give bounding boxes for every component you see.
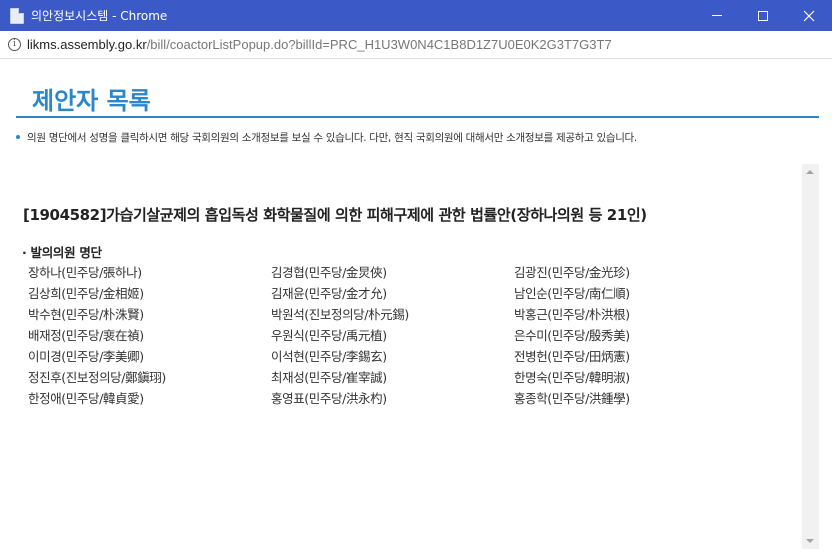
proposer-panel: [1904582]가습기살균제의 흡입독성 화학물질에 의한 피해구제에 관한 … (16, 164, 819, 556)
info-icon[interactable]: i (8, 38, 21, 51)
proposer-link[interactable]: 장하나(민주당/張하나) (28, 262, 142, 281)
url-text[interactable]: likms.assembly.go.kr/bill/coactorListPop… (27, 37, 612, 52)
scroll-up-arrow-icon[interactable] (806, 170, 814, 174)
notice-text: 의원 명단에서 성명을 클릭하시면 해당 국회의원의 소개정보를 보실 수 있습… (16, 130, 637, 145)
scroll-down-arrow-icon[interactable] (806, 539, 814, 543)
proposer-link[interactable]: 이미경(민주당/李美卿) (28, 346, 144, 365)
proposer-link[interactable]: 김광진(민주당/金光珍) (514, 262, 630, 281)
proposer-link[interactable]: 박홍근(민주당/朴洪根) (514, 304, 630, 323)
proposer-link[interactable]: 우원식(민주당/禹元植) (271, 325, 387, 344)
proposer-link[interactable]: 이석현(민주당/李錫玄) (271, 346, 387, 365)
notice-label: 의원 명단에서 성명을 클릭하시면 해당 국회의원의 소개정보를 보실 수 있습… (27, 132, 637, 144)
bill-title: [1904582]가습기살균제의 흡입독성 화학물질에 의한 피해구제에 관한 … (23, 206, 647, 224)
proposer-link[interactable]: 최재성(민주당/崔宰誠) (271, 367, 387, 386)
page-title: 제안자 목록 (32, 87, 151, 115)
minimize-icon (712, 15, 722, 16)
proposer-link[interactable]: 김경협(민주당/金炅俠) (271, 262, 387, 281)
proposer-link[interactable]: 정진후(진보정의당/鄭鎭珝) (28, 367, 166, 386)
proposer-link[interactable]: 김재윤(민주당/金才允) (271, 283, 387, 302)
maximize-icon (758, 10, 768, 21)
url-path: /bill/coactorListPopup.do?billId=PRC_H1U… (146, 37, 612, 52)
proposer-link[interactable]: 김상희(민주당/金相姬) (28, 283, 144, 302)
proposer-link[interactable]: 홍종학(민주당/洪鍾學) (514, 388, 630, 407)
close-icon (803, 10, 815, 21)
proposer-link[interactable]: 은수미(민주당/殷秀美) (514, 325, 630, 344)
proposer-link[interactable]: 한정애(민주당/韓貞愛) (28, 388, 144, 407)
close-button[interactable] (786, 0, 832, 31)
scrollbar[interactable] (802, 164, 819, 549)
proposer-link[interactable]: 남인순(민주당/南仁順) (514, 283, 630, 302)
maximize-button[interactable] (740, 0, 786, 31)
proposer-link[interactable]: 한명숙(민주당/韓明淑) (514, 367, 630, 386)
popup-page: 제안자 목록 의원 명단에서 성명을 클릭하시면 해당 국회의원의 소개정보를 … (0, 60, 832, 560)
proposer-link[interactable]: 홍영표(민주당/洪永杓) (271, 388, 387, 407)
proposer-link[interactable]: 박원석(진보정의당/朴元錫) (271, 304, 409, 323)
section-heading: · 발의의원 명단 (22, 245, 102, 260)
proposer-link[interactable]: 배재정(민주당/裵在禎) (28, 325, 144, 344)
proposer-link[interactable]: 박수현(민주당/朴洙賢) (28, 304, 144, 323)
url-host: likms.assembly.go.kr (27, 37, 147, 52)
document-icon (10, 7, 24, 24)
address-bar[interactable]: i likms.assembly.go.kr/bill/coactorListP… (0, 31, 832, 59)
minimize-button[interactable] (694, 0, 740, 31)
bullet-icon (16, 135, 20, 139)
title-divider (16, 116, 819, 118)
proposer-link[interactable]: 전병헌(민주당/田炳憲) (514, 346, 630, 365)
window-titlebar: 의안정보시스템 - Chrome (0, 0, 832, 31)
window-title: 의안정보시스템 - Chrome (31, 9, 168, 23)
